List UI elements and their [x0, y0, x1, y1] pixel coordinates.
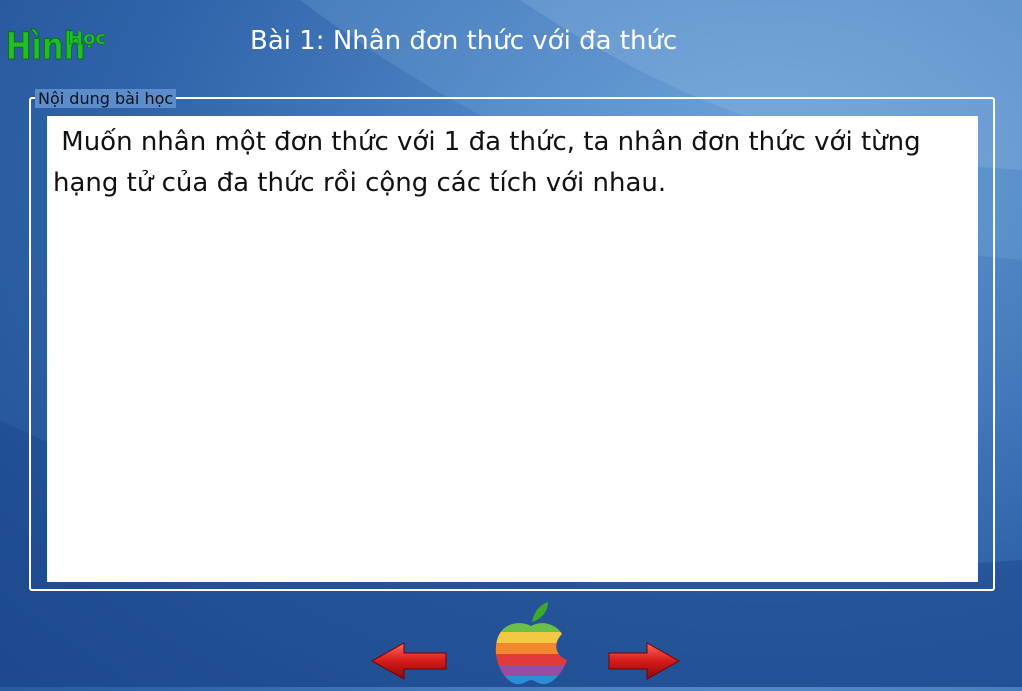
logo-small-text: Học: [68, 28, 106, 49]
next-button[interactable]: [607, 640, 681, 682]
lesson-content-text: Muốn nhân một đơn thức với 1 đa thức, ta…: [53, 127, 929, 198]
home-button[interactable]: [492, 600, 570, 687]
app-logo: Hình Học: [4, 6, 114, 69]
page-title: Bài 1: Nhân đơn thức với đa thức: [250, 26, 678, 56]
lesson-content-box[interactable]: Muốn nhân một đơn thức với 1 đa thức, ta…: [47, 116, 978, 582]
lesson-group-label: Nội dung bài học: [35, 89, 177, 108]
previous-button[interactable]: [370, 640, 448, 682]
right-arrow-icon: [608, 642, 681, 680]
rainbow-apple-icon: [495, 602, 568, 685]
left-arrow-icon: [370, 642, 447, 680]
